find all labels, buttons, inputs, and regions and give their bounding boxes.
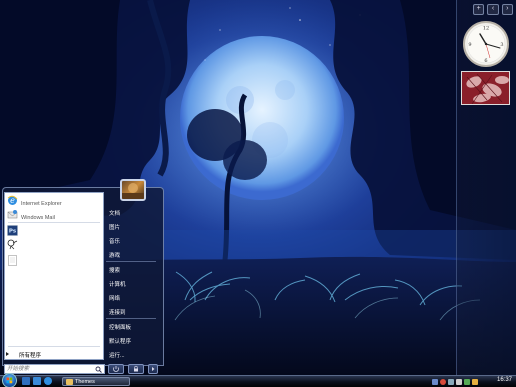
prev-gadget-button[interactable]: ‹: [487, 4, 499, 15]
start-right-games[interactable]: 游戏: [109, 251, 120, 259]
taskbar-item-label: Themes: [75, 378, 95, 385]
search-icon[interactable]: [95, 366, 102, 373]
volume-icon[interactable]: [456, 379, 462, 385]
svg-text:6: 6: [484, 58, 487, 64]
user-picture[interactable]: [120, 179, 146, 201]
start-item-title: E-Spline.exe: [21, 241, 54, 248]
start-right-music[interactable]: 音乐: [109, 237, 120, 245]
start-right-network[interactable]: 网络: [109, 294, 120, 302]
tray-icon[interactable]: [432, 379, 438, 385]
start-search-box[interactable]: [4, 364, 105, 374]
tray-icon[interactable]: [440, 379, 446, 385]
start-right-documents[interactable]: 文档: [109, 209, 120, 217]
start-item-title: Photoshop.exe: [21, 227, 61, 234]
power-controls: [108, 363, 160, 374]
start-right-computer[interactable]: 计算机: [109, 280, 126, 288]
start-item-photoshop[interactable]: Ps Photoshop.exe: [7, 224, 60, 237]
start-item-internet[interactable]: e Internet Internet Explorer: [7, 194, 62, 207]
start-item-email[interactable]: 电子邮件 Windows Mail: [7, 208, 55, 221]
word-icon: [8, 255, 17, 266]
start-right-default-programs[interactable]: 默认程序: [109, 337, 131, 345]
switch-windows-icon[interactable]: [33, 377, 41, 385]
start-item-word[interactable]: Microsoft Office Word 2003: [7, 254, 92, 267]
ie-icon[interactable]: [44, 377, 52, 385]
add-gadget-button[interactable]: +: [473, 4, 485, 15]
clock-gadget[interactable]: 12 3 6 9: [462, 20, 510, 68]
start-right-connect-to[interactable]: 连接到: [109, 308, 126, 316]
divider: [8, 222, 100, 223]
power-button[interactable]: [108, 363, 124, 374]
start-item-subtitle: Windows Mail: [21, 214, 55, 221]
arrow-right-icon: [152, 366, 155, 371]
sidebar-controls: + ‹ ›: [473, 4, 513, 15]
svg-text:3: 3: [500, 42, 503, 48]
taskbar: Themes 16:37: [0, 373, 516, 387]
tray-icon[interactable]: [472, 379, 478, 385]
mail-icon: [7, 210, 18, 219]
start-item-espline[interactable]: E-Spline.exe: [7, 238, 54, 251]
start-button[interactable]: [2, 373, 17, 387]
start-item-subtitle: Internet Explorer: [21, 200, 62, 207]
power-options-button[interactable]: [148, 363, 158, 374]
network-icon[interactable]: [448, 379, 454, 385]
arrow-right-icon: [6, 352, 9, 356]
svg-text:9: 9: [468, 42, 471, 48]
start-item-title: Microsoft Office Word 2003: [21, 257, 93, 264]
taskbar-item-themes[interactable]: Themes: [62, 377, 130, 386]
divider: [106, 318, 156, 319]
folder-icon: [66, 378, 73, 385]
photoshop-icon: Ps: [7, 225, 18, 236]
start-right-control-panel[interactable]: 控制面板: [109, 323, 131, 331]
slideshow-gadget[interactable]: [461, 71, 510, 105]
ie-icon: e: [7, 195, 18, 205]
desktop: + ‹ › 12 3 6 9 e Internet Internet Explor…: [0, 0, 516, 387]
taskbar-clock[interactable]: 16:37: [497, 377, 512, 383]
all-programs-button[interactable]: 所有程序: [19, 351, 41, 359]
svg-text:12: 12: [483, 26, 489, 32]
lock-button[interactable]: [128, 363, 144, 374]
divider: [106, 261, 156, 262]
svg-text:Ps: Ps: [9, 229, 17, 235]
windows-logo-icon: [6, 377, 13, 384]
search-input[interactable]: [7, 365, 93, 373]
show-desktop-icon[interactable]: [22, 377, 30, 385]
start-right-pictures[interactable]: 图片: [109, 223, 120, 231]
next-gadget-button[interactable]: ›: [501, 4, 513, 15]
espline-icon: [7, 239, 18, 250]
power-icon: [113, 365, 119, 372]
start-right-search[interactable]: 搜索: [109, 266, 120, 274]
start-right-run[interactable]: 运行...: [109, 351, 125, 359]
divider: [8, 346, 100, 347]
quick-launch: [22, 377, 52, 385]
tray-icon[interactable]: [464, 379, 470, 385]
lock-icon: [134, 365, 138, 371]
